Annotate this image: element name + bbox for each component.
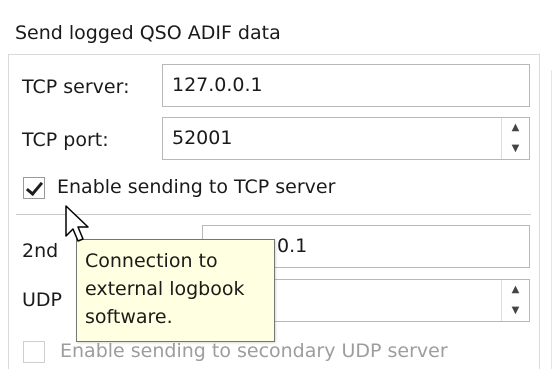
adjacent-panel-border xyxy=(551,70,552,369)
udp-port-spin-buttons[interactable]: ▲ ▼ xyxy=(501,280,529,321)
connection-tooltip: Connection to external logbook software. xyxy=(76,239,275,342)
udp-server-label: 2nd xyxy=(22,240,59,262)
adif-settings-panel: Send logged QSO ADIF data TCP server: 12… xyxy=(0,0,557,369)
tcp-server-label: TCP server: xyxy=(22,76,130,98)
udp-port-label: UDP xyxy=(22,289,62,311)
group-title: Send logged QSO ADIF data xyxy=(15,22,281,44)
enable-udp-label[interactable]: Enable sending to secondary UDP server xyxy=(60,340,448,362)
tcp-port-spinbox[interactable]: 52001 ▲ ▼ xyxy=(162,117,530,160)
mouse-pointer-icon xyxy=(65,205,89,242)
tcp-port-value: 52001 xyxy=(172,127,233,149)
spin-down-icon[interactable]: ▼ xyxy=(502,139,529,160)
spin-up-icon[interactable]: ▲ xyxy=(502,118,529,139)
spin-down-icon[interactable]: ▼ xyxy=(502,301,529,322)
tcp-server-input[interactable]: 127.0.0.1 xyxy=(162,64,530,107)
enable-tcp-label[interactable]: Enable sending to TCP server xyxy=(57,176,335,198)
adjacent-panel-edge xyxy=(548,0,557,369)
enable-tcp-checkbox[interactable] xyxy=(23,177,45,199)
udp-server-value: 0.1 xyxy=(277,235,308,257)
tcp-server-value: 127.0.0.1 xyxy=(172,74,263,96)
enable-udp-checkbox[interactable] xyxy=(23,341,45,363)
tcp-port-spin-buttons[interactable]: ▲ ▼ xyxy=(501,118,529,159)
tcp-port-label: TCP port: xyxy=(22,129,109,151)
spin-up-icon[interactable]: ▲ xyxy=(502,280,529,301)
